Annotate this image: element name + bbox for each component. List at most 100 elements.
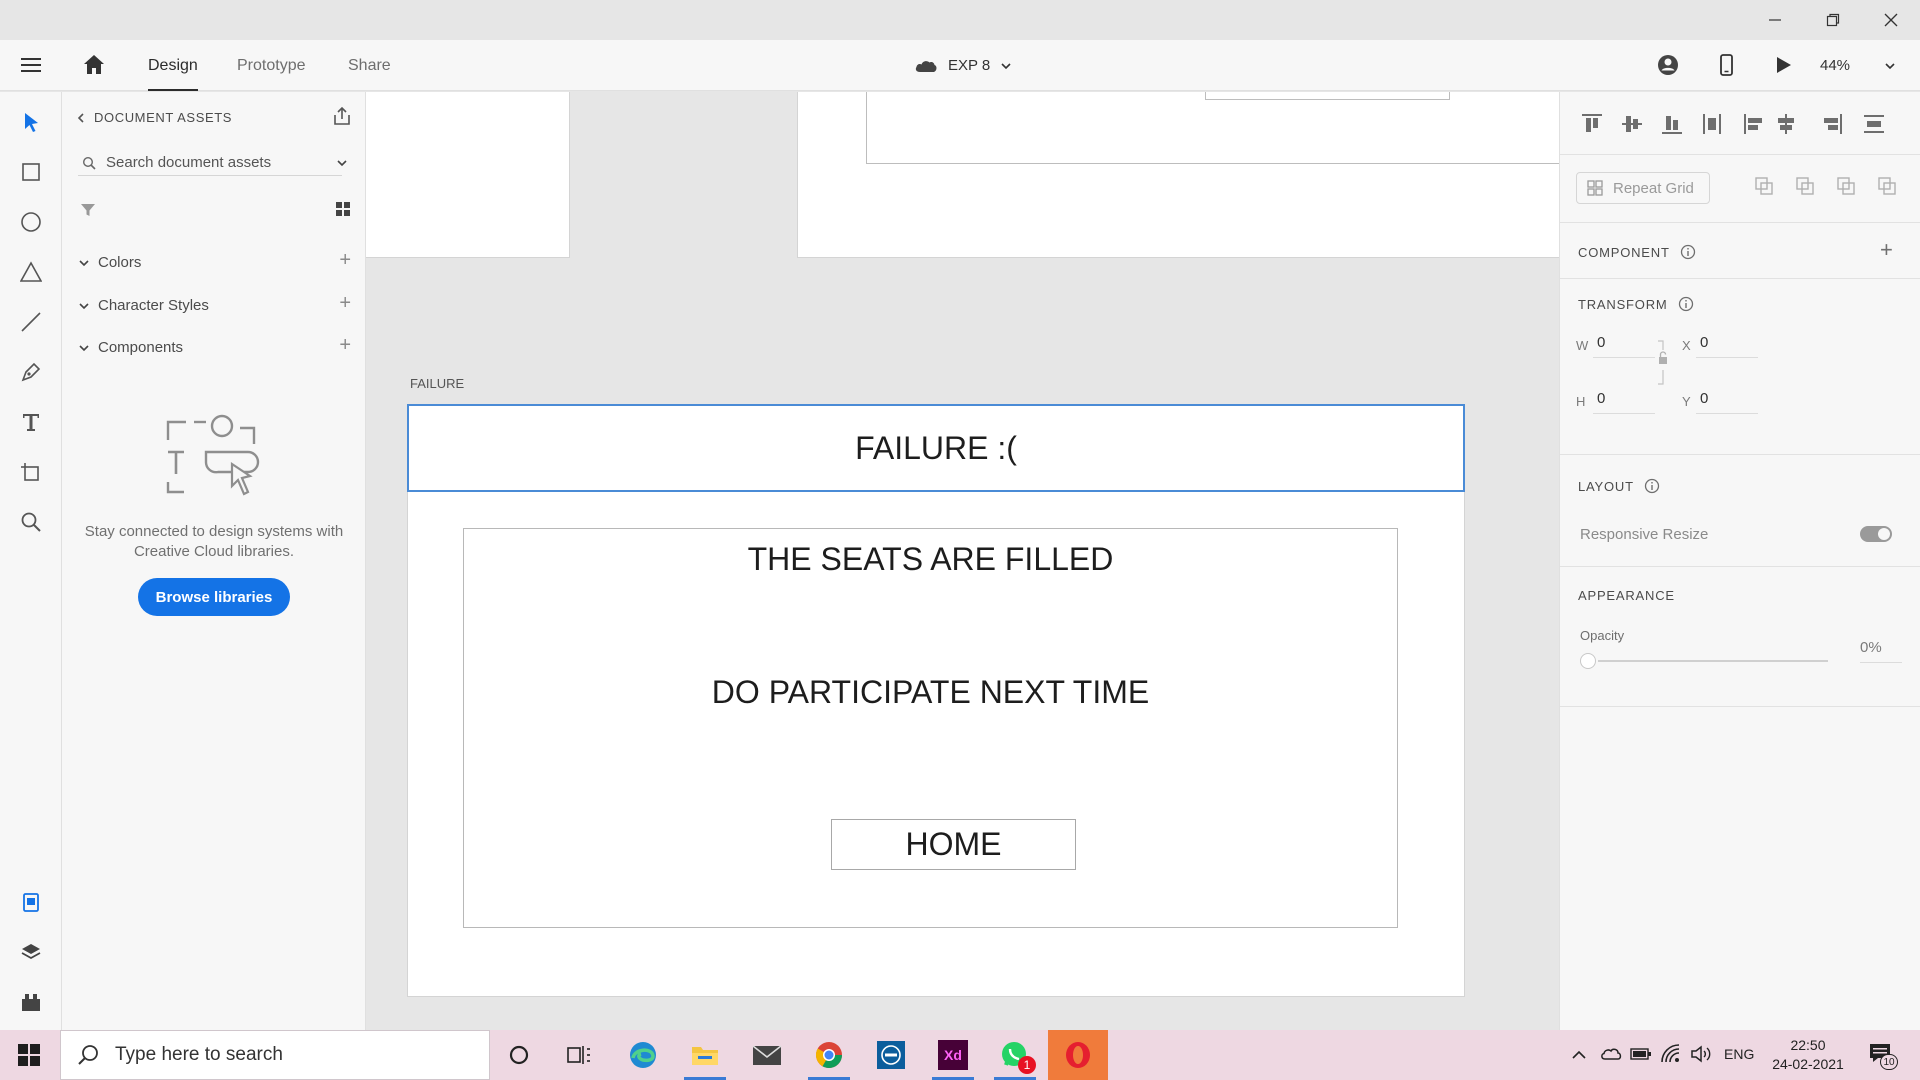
- section-character-styles[interactable]: Character Styles: [78, 297, 209, 314]
- input-language-indicator[interactable]: ENG: [1724, 1046, 1754, 1062]
- assets-back-button[interactable]: DOCUMENT ASSETS: [76, 110, 232, 125]
- whatsapp-button[interactable]: 1: [986, 1034, 1044, 1080]
- asset-search-input[interactable]: Search document assets: [78, 150, 342, 176]
- device-preview-button[interactable]: [1714, 53, 1738, 82]
- opacity-slider-track[interactable]: [1598, 660, 1828, 662]
- x-label: X: [1682, 338, 1691, 353]
- select-tool[interactable]: [15, 106, 47, 138]
- export-assets-button[interactable]: [332, 106, 352, 131]
- opacity-slider-thumb[interactable]: [1580, 653, 1596, 669]
- cortana-button[interactable]: [490, 1034, 548, 1076]
- artboard-content-box[interactable]: [866, 92, 1559, 164]
- artboard-partial-right[interactable]: [797, 92, 1559, 258]
- rectangle-tool[interactable]: [15, 156, 47, 188]
- add-component-state-button[interactable]: +: [1880, 237, 1893, 263]
- play-preview-button[interactable]: [1772, 54, 1794, 81]
- ellipse-tool[interactable]: [15, 206, 47, 238]
- artboard-tool[interactable]: [15, 456, 47, 488]
- clock-date: 24-02-2021: [1772, 1056, 1844, 1072]
- dell-app-button[interactable]: [862, 1034, 920, 1076]
- height-field[interactable]: 0: [1593, 390, 1655, 414]
- plugins-panel-button[interactable]: [15, 986, 47, 1018]
- share-user-button[interactable]: [1656, 53, 1680, 82]
- search-scope-dropdown[interactable]: [336, 156, 348, 174]
- line-tool[interactable]: [15, 306, 47, 338]
- chrome-button[interactable]: [800, 1034, 858, 1080]
- polygon-tool[interactable]: [15, 256, 47, 288]
- filter-button[interactable]: [80, 202, 96, 223]
- mail-button[interactable]: [738, 1034, 796, 1076]
- browse-libraries-button[interactable]: Browse libraries: [138, 578, 290, 616]
- document-name-dropdown[interactable]: EXP 8: [914, 40, 1012, 91]
- x-position-field[interactable]: 0: [1696, 334, 1758, 358]
- info-icon[interactable]: [1680, 244, 1696, 260]
- section-colors[interactable]: Colors: [78, 254, 141, 271]
- zoom-dropdown[interactable]: 44%: [1820, 40, 1910, 91]
- task-view-button[interactable]: [550, 1034, 608, 1076]
- home-button[interactable]: [82, 53, 106, 82]
- add-character-style-button[interactable]: +: [339, 292, 351, 315]
- start-button[interactable]: [18, 1044, 40, 1071]
- repeat-grid-button[interactable]: Repeat Grid: [1576, 172, 1710, 204]
- artboard-content-box-small[interactable]: [1205, 92, 1450, 100]
- home-button-design[interactable]: HOME: [831, 819, 1076, 870]
- failure-header-box[interactable]: FAILURE :(: [407, 404, 1465, 492]
- width-field[interactable]: 0: [1593, 334, 1655, 358]
- grid-view-toggle[interactable]: [334, 200, 352, 223]
- section-label: Colors: [98, 254, 142, 271]
- artboard-icon: [21, 463, 39, 481]
- edge-browser-button[interactable]: [614, 1034, 672, 1076]
- tab-design[interactable]: Design: [148, 40, 198, 91]
- add-component-button[interactable]: +: [339, 334, 351, 357]
- artboard-label[interactable]: FAILURE: [410, 376, 464, 391]
- failure-artboard[interactable]: FAILURE :( THE SEATS ARE FILLED DO PARTI…: [407, 404, 1465, 997]
- chrome-icon: [815, 1042, 842, 1068]
- tab-prototype[interactable]: Prototype: [237, 40, 305, 91]
- volume-button[interactable]: [1690, 1044, 1714, 1069]
- magnifier-icon: [21, 512, 41, 532]
- wifi-button[interactable]: [1660, 1043, 1682, 1070]
- section-label: Components: [98, 339, 184, 356]
- transform-section: TRANSFORM: [1578, 296, 1694, 312]
- file-explorer-button[interactable]: [676, 1034, 734, 1080]
- show-hidden-icons-button[interactable]: [1570, 1046, 1588, 1069]
- taskbar-search-box[interactable]: Type here to search: [60, 1030, 490, 1080]
- minimize-button[interactable]: [1746, 0, 1803, 40]
- adobe-xd-button[interactable]: Xd: [924, 1034, 982, 1080]
- restore-icon: [1826, 13, 1839, 27]
- tab-share[interactable]: Share: [348, 40, 391, 91]
- active-tab-underline: [148, 89, 198, 91]
- lock-aspect-icon[interactable]: [1656, 340, 1670, 386]
- action-center-button[interactable]: 10: [1868, 1042, 1898, 1071]
- clock[interactable]: 22:50 24-02-2021: [1768, 1036, 1848, 1074]
- hamburger-icon: [21, 58, 41, 72]
- zoom-tool[interactable]: [15, 506, 47, 538]
- info-icon[interactable]: [1644, 478, 1660, 494]
- layers-panel-button[interactable]: [15, 936, 47, 968]
- assets-panel-button[interactable]: [15, 886, 47, 918]
- section-components[interactable]: Components: [78, 339, 183, 356]
- close-button[interactable]: [1862, 0, 1919, 40]
- artboard-partial-left[interactable]: [366, 92, 570, 258]
- pen-tool[interactable]: [15, 356, 47, 388]
- empty-libraries-message: Stay connected to design systems with Cr…: [84, 523, 344, 560]
- hamburger-menu-button[interactable]: [20, 54, 42, 81]
- notification-badge: 1: [1018, 1056, 1036, 1074]
- y-position-field[interactable]: 0: [1696, 390, 1758, 414]
- battery-button[interactable]: [1630, 1046, 1652, 1067]
- notification-count-badge: 10: [1880, 1054, 1898, 1070]
- opera-button[interactable]: [1048, 1030, 1108, 1080]
- pen-icon: [21, 362, 41, 382]
- add-color-button[interactable]: +: [339, 249, 351, 272]
- opacity-value-field[interactable]: 0%: [1860, 639, 1902, 663]
- info-icon[interactable]: [1678, 296, 1694, 312]
- design-canvas[interactable]: FAILURE FAILURE :( THE SEATS ARE FILLED …: [366, 92, 1559, 1030]
- component-section: COMPONENT: [1578, 244, 1696, 260]
- restore-button[interactable]: [1804, 0, 1861, 40]
- responsive-resize-toggle[interactable]: [1860, 526, 1892, 542]
- message-box[interactable]: THE SEATS ARE FILLED DO PARTICIPATE NEXT…: [463, 528, 1398, 928]
- text-tool[interactable]: [15, 406, 47, 438]
- onedrive-button[interactable]: [1600, 1044, 1622, 1069]
- select-arrow-icon: [25, 113, 38, 132]
- height-label: H: [1576, 394, 1586, 409]
